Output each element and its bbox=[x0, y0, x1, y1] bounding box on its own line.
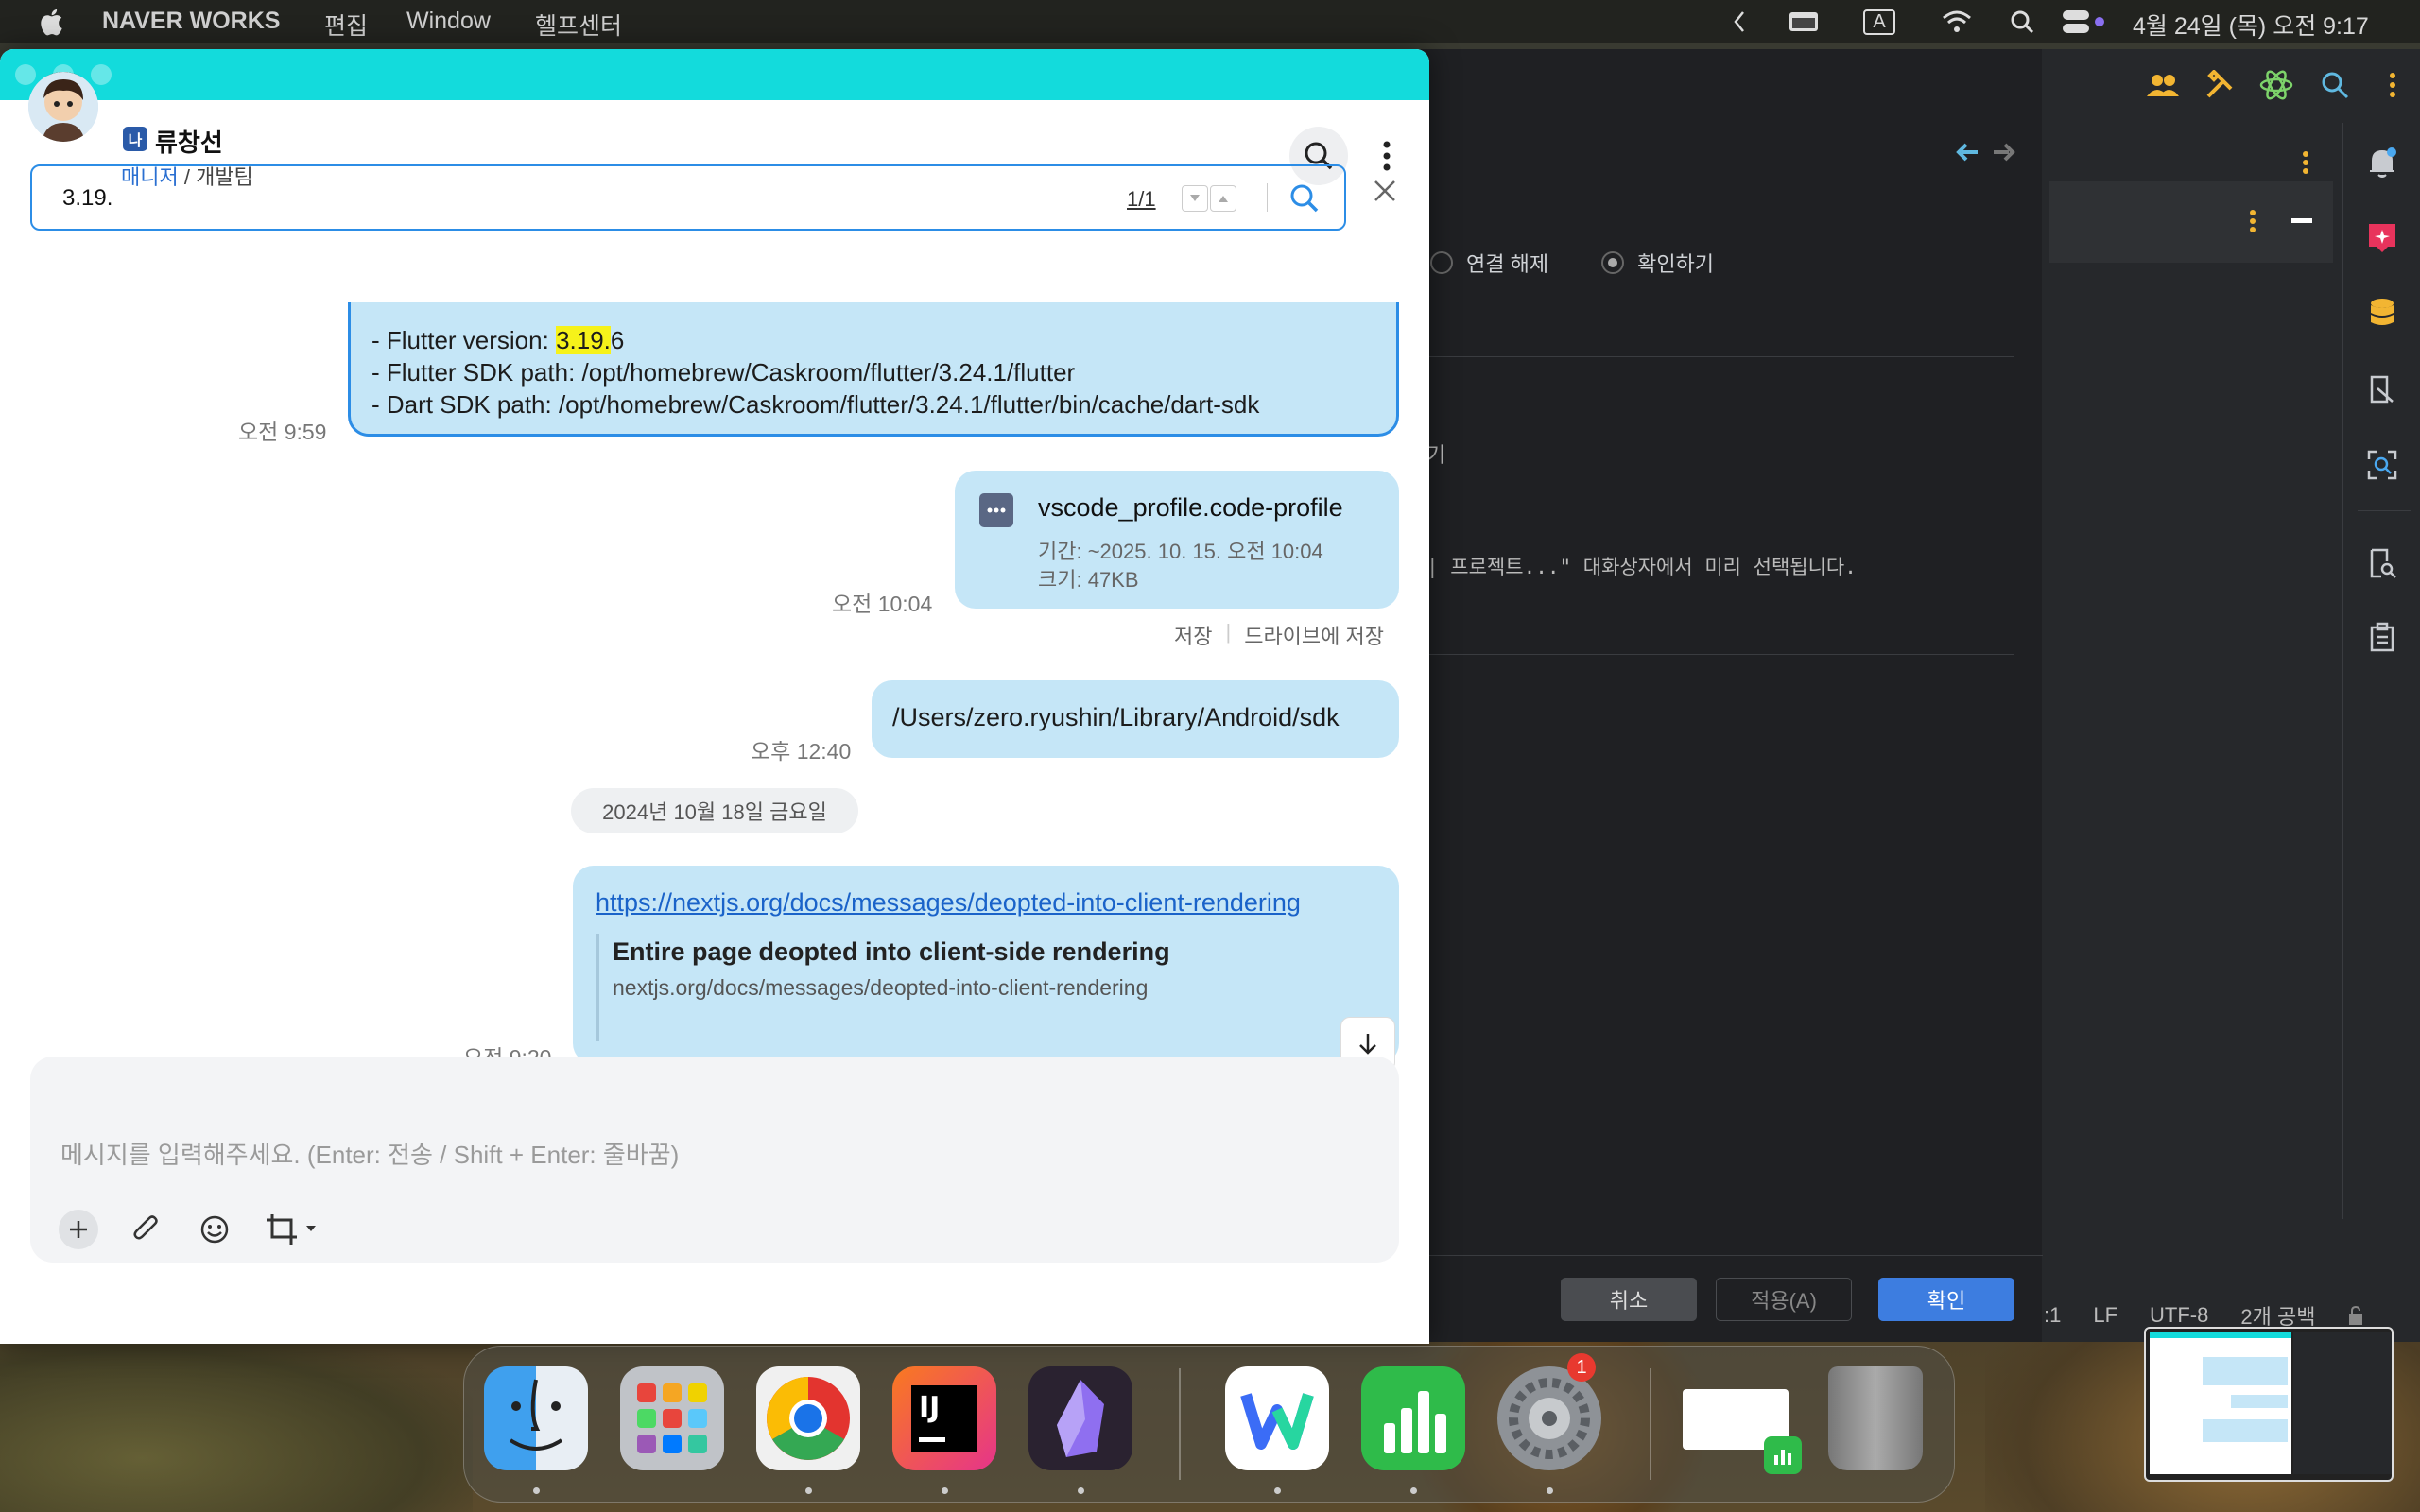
settings-description: | 프로젝트..." 대화상자에서 미리 선택됩니다. bbox=[1426, 556, 1857, 578]
apple-icon[interactable] bbox=[38, 6, 64, 38]
window-zoom-button[interactable] bbox=[91, 64, 112, 85]
file-name: vscode_profile.code-profile bbox=[1038, 493, 1343, 522]
file-size: 크기: 47KB bbox=[1038, 568, 1139, 592]
menubar-datetime[interactable]: 4월 24일 (목) 오전 9:17 bbox=[2133, 8, 2369, 42]
save-to-drive-link[interactable]: 드라이브에 저장 bbox=[1244, 620, 1384, 650]
link-url[interactable]: https://nextjs.org/docs/messages/deopted… bbox=[596, 888, 1301, 918]
path-message[interactable]: /Users/zero.ryushin/Library/Android/sdk bbox=[872, 680, 1399, 758]
more-vertical-icon[interactable] bbox=[2378, 66, 2407, 104]
emoji-icon[interactable] bbox=[195, 1210, 234, 1249]
trash-icon[interactable] bbox=[1828, 1366, 1923, 1470]
screenshot-preview-thumbnail[interactable] bbox=[2144, 1327, 2394, 1482]
chevron-left-icon[interactable] bbox=[1728, 6, 1751, 38]
menu-window[interactable]: Window bbox=[406, 8, 491, 35]
clipboard-icon[interactable] bbox=[2363, 616, 2401, 658]
notifications-icon[interactable] bbox=[2363, 142, 2401, 183]
menu-bar: NAVER WORKS 편집 Window 헬프센터 A 4월 24일 (목) … bbox=[0, 0, 2420, 43]
spotlight-search-icon[interactable] bbox=[2008, 6, 2036, 38]
team-icon[interactable] bbox=[2144, 66, 2182, 104]
system-settings-app-icon[interactable] bbox=[1497, 1366, 1601, 1470]
database-icon[interactable] bbox=[2363, 293, 2401, 335]
message-time: 오후 12:40 bbox=[751, 739, 852, 764]
menu-edit[interactable]: 편집 bbox=[324, 8, 368, 42]
atom-icon[interactable] bbox=[2257, 66, 2295, 104]
message-list: - Flutter version: 3.19.6 - Flutter SDK … bbox=[0, 302, 1429, 1104]
ai-assistant-icon[interactable] bbox=[2363, 217, 2401, 259]
link-message[interactable]: https://nextjs.org/docs/messages/deopted… bbox=[573, 866, 1399, 1064]
minimize-icon[interactable] bbox=[2288, 202, 2316, 240]
attach-file-icon[interactable] bbox=[127, 1210, 166, 1249]
launchpad-app-icon[interactable] bbox=[620, 1366, 724, 1470]
search-result-count: 1/1 bbox=[1127, 187, 1156, 211]
search-input[interactable]: 3.19. bbox=[62, 185, 112, 212]
status-line-ending[interactable]: LF bbox=[2093, 1303, 2118, 1328]
window-close-button[interactable] bbox=[15, 64, 36, 85]
close-search-icon[interactable] bbox=[1369, 172, 1401, 210]
test-tube-icon[interactable] bbox=[2363, 369, 2401, 410]
status-encoding[interactable]: UTF-8 bbox=[2150, 1303, 2208, 1328]
radio-confirm-label: 확인하기 bbox=[1637, 252, 1715, 276]
radio-disconnect-label: 연결 해제 bbox=[1466, 252, 1549, 276]
window-titlebar bbox=[0, 49, 1429, 100]
settings-text-fragment: 기 bbox=[1426, 443, 1446, 467]
cancel-button[interactable]: 취소 bbox=[1561, 1278, 1697, 1321]
more-vertical-icon[interactable] bbox=[2238, 202, 2267, 240]
search-submit-icon[interactable] bbox=[1286, 180, 1323, 217]
inspect-icon[interactable] bbox=[2363, 444, 2401, 486]
chrome-app-icon[interactable] bbox=[756, 1366, 860, 1470]
file-icon bbox=[979, 493, 1013, 527]
naver-works-app-icon[interactable] bbox=[1225, 1366, 1329, 1470]
user-name: 류창선 bbox=[155, 129, 223, 157]
finder-app-icon[interactable] bbox=[484, 1366, 588, 1470]
search-icon[interactable] bbox=[2316, 66, 2354, 104]
message-input[interactable]: 메시지를 입력해주세요. (Enter: 전송 / Shift + Enter:… bbox=[60, 1136, 679, 1171]
save-file-link[interactable]: 저장 bbox=[1174, 620, 1212, 650]
message-search-bar: 3.19. 1/1 bbox=[30, 164, 1346, 231]
settings-notification-badge: 1 bbox=[1567, 1353, 1596, 1382]
previous-result-icon[interactable] bbox=[1210, 185, 1236, 212]
radio-disconnect[interactable] bbox=[1430, 251, 1453, 274]
menu-help-center[interactable]: 헬프센터 bbox=[535, 8, 622, 42]
screen-capture-icon[interactable] bbox=[263, 1208, 320, 1251]
message-time: 오전 9:59 bbox=[238, 420, 327, 444]
next-result-icon[interactable] bbox=[1182, 185, 1208, 212]
file-period: 기간: ~2025. 10. 15. 오전 10:04 bbox=[1038, 540, 1323, 563]
lock-icon[interactable] bbox=[2347, 1305, 2364, 1326]
tools-icon[interactable] bbox=[2201, 66, 2238, 104]
numbers-mini-icon bbox=[1764, 1436, 1802, 1474]
menu-app-name[interactable]: NAVER WORKS bbox=[102, 8, 280, 35]
radio-confirm[interactable] bbox=[1601, 251, 1625, 274]
ide-settings-window: 연결 해제 확인하기 기 | 프로젝트..." 대화상자에서 미리 선택됩니다.… bbox=[1418, 49, 2043, 1342]
flutter-info-message[interactable]: - Flutter version: 3.19.6 - Flutter SDK … bbox=[348, 302, 1399, 437]
add-icon[interactable] bbox=[59, 1210, 98, 1249]
message-time: 오전 10:04 bbox=[832, 592, 933, 616]
avatar[interactable] bbox=[28, 72, 98, 142]
file-message[interactable]: vscode_profile.code-profile 기간: ~2025. 1… bbox=[955, 471, 1399, 609]
intellij-app-icon[interactable]: IJ bbox=[892, 1366, 996, 1470]
link-preview-title[interactable]: Entire page deopted into client-side ren… bbox=[613, 937, 1170, 967]
wifi-icon[interactable] bbox=[1940, 6, 1974, 38]
ok-button[interactable]: 확인 bbox=[1878, 1278, 2014, 1321]
date-divider: 2024년 10월 18일 금요일 bbox=[571, 788, 858, 833]
status-cursor-position[interactable]: :1 bbox=[2044, 1303, 2061, 1328]
control-center-icon[interactable] bbox=[2061, 6, 2106, 38]
ide-tool-strip bbox=[2342, 123, 2420, 1219]
me-badge: 나 bbox=[123, 127, 147, 151]
window-icon[interactable] bbox=[1787, 6, 1821, 38]
link-preview-domain: nextjs.org/docs/messages/deopted-into-cl… bbox=[613, 975, 1149, 1000]
more-vertical-icon[interactable] bbox=[2291, 144, 2320, 181]
obsidian-app-icon[interactable] bbox=[1028, 1366, 1132, 1470]
search-highlight: 3.19. bbox=[556, 326, 611, 354]
forward-arrow-icon[interactable] bbox=[1980, 129, 2028, 176]
numbers-app-icon[interactable] bbox=[1361, 1366, 1465, 1470]
apply-button[interactable]: 적용(A) bbox=[1716, 1278, 1852, 1321]
input-source-indicator[interactable]: A bbox=[1858, 6, 1900, 38]
message-input-area: 메시지를 입력해주세요. (Enter: 전송 / Shift + Enter:… bbox=[30, 1057, 1399, 1263]
find-file-icon[interactable] bbox=[2363, 542, 2401, 584]
